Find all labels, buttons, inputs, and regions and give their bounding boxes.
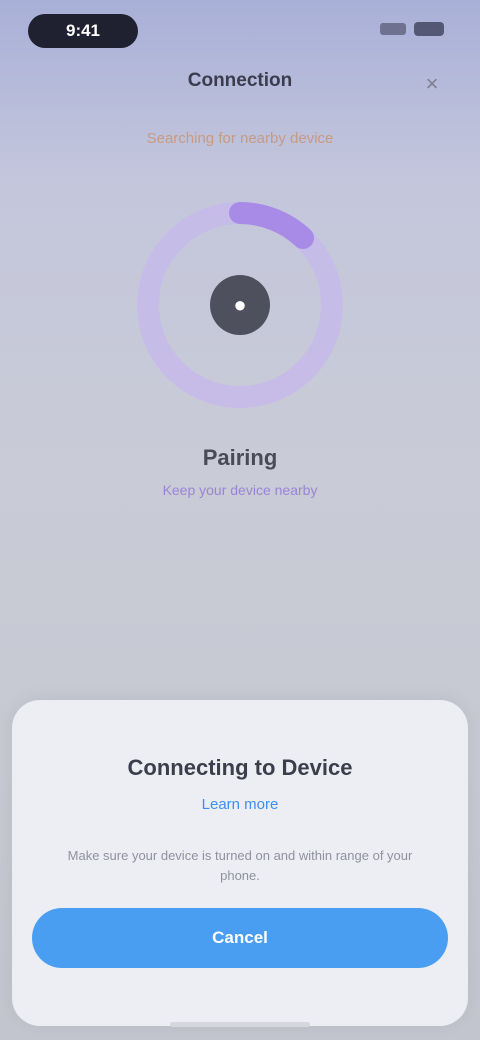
- learn-more-link[interactable]: Learn more: [12, 796, 468, 813]
- status-icons: [380, 22, 444, 36]
- home-indicator[interactable]: [170, 1022, 310, 1027]
- pairing-progress-ring: ●: [130, 195, 350, 415]
- status-bar: 9:41: [0, 0, 480, 54]
- pairing-status: Pairing: [202, 445, 278, 470]
- status-time: 9:41: [28, 14, 138, 48]
- device-icon: ●: [210, 275, 270, 335]
- pairing-hint: Keep your device nearby: [162, 482, 318, 498]
- close-icon[interactable]: ×: [418, 70, 446, 98]
- sheet-description: Make sure your device is turned on and w…: [67, 848, 413, 883]
- search-status-text: Searching for nearby device: [146, 130, 334, 147]
- sheet-title: Connecting to Device: [127, 755, 353, 780]
- bottom-sheet: Connecting to Device Learn more Make sur…: [12, 700, 468, 1026]
- page-title: Connection: [187, 70, 293, 91]
- signal-icon: [380, 23, 406, 35]
- battery-icon: [414, 22, 444, 36]
- cancel-button[interactable]: Cancel: [32, 908, 448, 968]
